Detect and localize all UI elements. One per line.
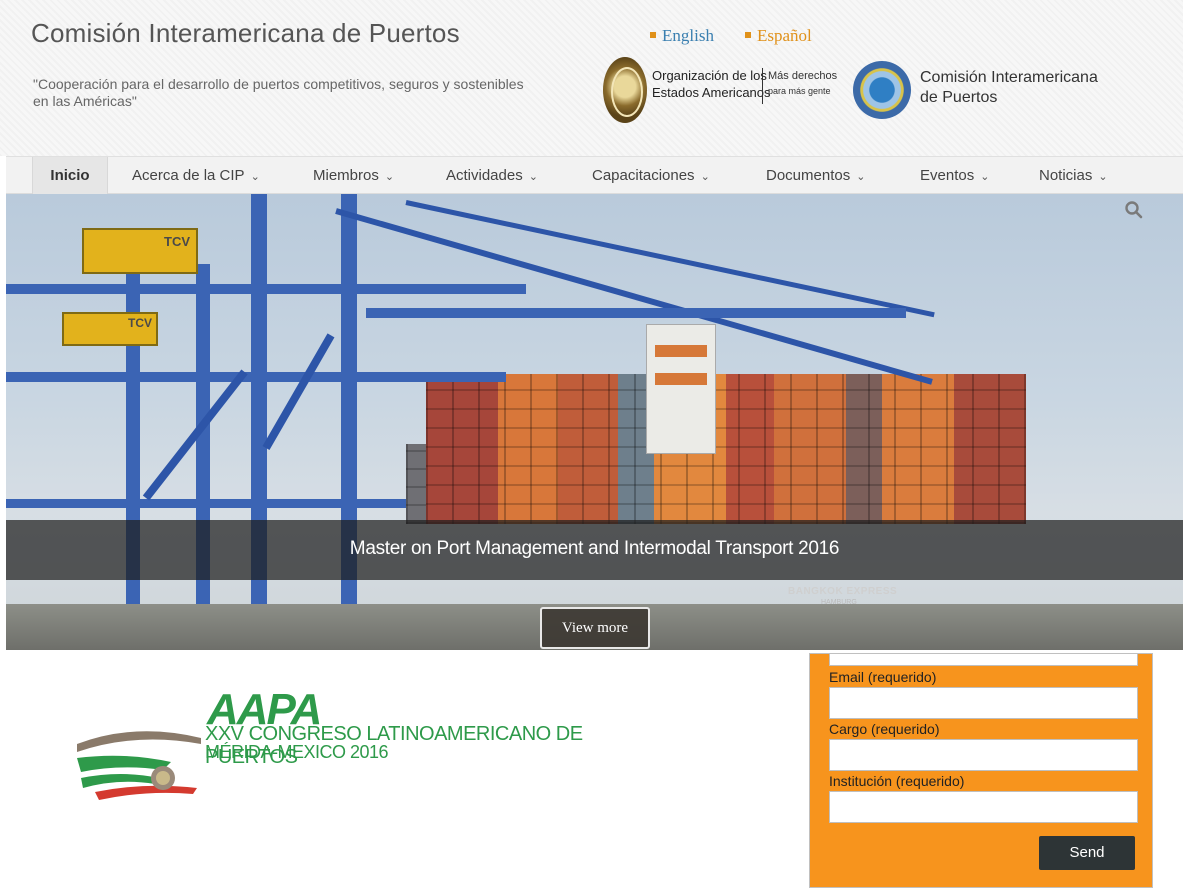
site-title[interactable]: Comisión Interamericana de Puertos (31, 18, 460, 49)
nav-item-acerca[interactable]: Acerca de la CIP ⌄ (132, 157, 260, 194)
crane-brace (262, 333, 335, 450)
bridge-band (655, 373, 707, 385)
send-button[interactable]: Send (1039, 836, 1135, 870)
oea-seal-icon (603, 57, 647, 123)
nav-item-label: Acerca de la CIP (132, 167, 245, 184)
search-icon[interactable] (1124, 200, 1144, 220)
language-label: Español (757, 26, 812, 45)
crane-spreader: TCV (62, 312, 158, 346)
chevron-down-icon: ⌄ (700, 171, 710, 183)
nav-item-label: Miembros (313, 167, 379, 184)
nav-item-label: Eventos (920, 167, 975, 184)
site-tagline: "Cooperación para el desarrollo de puert… (33, 76, 524, 109)
nav-item-miembros[interactable]: Miembros ⌄ (313, 157, 394, 194)
nav-item-label: Capacitaciones (592, 167, 695, 184)
nav-item-label: Inicio (50, 167, 90, 184)
crane-beam (6, 499, 406, 508)
institucion-field[interactable] (829, 791, 1138, 823)
registration-form: Email (requerido) Cargo (requerido) Inst… (809, 653, 1153, 888)
cargo-label: Cargo (requerido) (829, 721, 940, 737)
crane-label: TCV (128, 316, 152, 330)
crane-label: TCV (164, 234, 190, 249)
main-nav: Inicio Acerca de la CIP ⌄ Miembros ⌄ Activ… (6, 156, 1183, 194)
language-link-spanish[interactable]: Español (745, 26, 812, 46)
ship-name: BANGKOK EXPRESS (788, 586, 898, 597)
bullet-icon (650, 32, 656, 38)
aapa-emblem-icon (77, 731, 201, 800)
cip-seal-icon (853, 61, 911, 119)
crane-boom (405, 200, 935, 318)
bridge-band (655, 345, 707, 357)
crane-spreader: TCV (82, 228, 198, 274)
nav-item-label: Noticias (1039, 167, 1093, 184)
crane-beam (6, 372, 506, 382)
chevron-down-icon: ⌄ (528, 171, 538, 183)
nav-item-label: Documentos (766, 167, 851, 184)
nav-item-inicio[interactable]: Inicio (32, 157, 108, 194)
crane-leg (196, 264, 210, 650)
view-more-button[interactable]: View more (540, 607, 650, 649)
crane-leg (251, 194, 267, 650)
email-field[interactable] (829, 687, 1138, 719)
divider (762, 68, 763, 104)
email-label: Email (requerido) (829, 669, 937, 685)
oea-slogan: Más derechos para más gente (768, 69, 837, 99)
aapa-congress-banner[interactable]: AAPA XXV CONGRESO LATINOAMERICANO DE PUE… (75, 688, 675, 803)
oea-slogan-line: para más gente (768, 86, 831, 96)
nav-item-eventos[interactable]: Eventos ⌄ (920, 157, 989, 194)
oea-name-line: Organización de los (652, 68, 767, 83)
oea-slogan-line: Más derechos (768, 70, 838, 82)
crane-beam (6, 284, 526, 294)
language-link-english[interactable]: English (650, 26, 714, 46)
cip-name-line: Comisión Interamericana (920, 69, 1098, 86)
nav-item-capacitaciones[interactable]: Capacitaciones ⌄ (592, 157, 710, 194)
slide-caption: Master on Port Management and Intermodal… (349, 538, 840, 559)
bullet-icon (745, 32, 751, 38)
chevron-down-icon: ⌄ (1098, 171, 1108, 183)
chevron-down-icon: ⌄ (250, 171, 260, 183)
chevron-down-icon: ⌄ (856, 171, 866, 183)
hero-slider[interactable]: BANGKOK EXPRESS HAMBURG TCV TCV Master o… (6, 194, 1183, 650)
language-label: English (662, 26, 714, 45)
chevron-down-icon: ⌄ (980, 171, 990, 183)
name-field[interactable] (829, 654, 1138, 666)
cip-name: Comisión Interamericana de Puertos (920, 68, 1098, 108)
nav-item-label: Actividades (446, 167, 523, 184)
crane-leg (341, 194, 357, 650)
cargo-field[interactable] (829, 739, 1138, 771)
cip-name-line: de Puertos (920, 89, 998, 106)
site-header: Comisión Interamericana de Puertos "Coop… (0, 0, 1183, 156)
nav-item-actividades[interactable]: Actividades ⌄ (446, 157, 538, 194)
crane-beam (366, 308, 906, 318)
banner-subtitle: MÉRIDA-MEXICO 2016 (205, 742, 389, 762)
nav-item-noticias[interactable]: Noticias ⌄ (1039, 157, 1108, 194)
institucion-label: Institución (requerido) (829, 773, 965, 789)
container-stack (426, 374, 1026, 524)
ship-bridge (646, 324, 716, 454)
oea-name-line: Estados Americanos (652, 85, 771, 100)
oea-name: Organización de los Estados Americanos (652, 67, 771, 101)
nav-item-documentos[interactable]: Documentos ⌄ (766, 157, 865, 194)
chevron-down-icon: ⌄ (384, 171, 395, 183)
